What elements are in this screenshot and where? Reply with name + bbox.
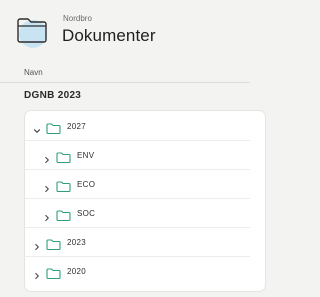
chevron-right-icon[interactable] — [43, 180, 51, 193]
folder-icon — [46, 266, 61, 279]
tree-row-eco[interactable]: ECO — [43, 176, 96, 193]
row-divider — [24, 227, 250, 228]
folder-icon — [15, 12, 49, 48]
folder-icon — [46, 237, 61, 250]
tree-row-label: ECO — [77, 179, 96, 189]
row-divider — [24, 256, 250, 257]
tree-row-label: SOC — [77, 208, 96, 218]
tree-row-env[interactable]: ENV — [43, 147, 95, 164]
folder-icon — [46, 121, 61, 134]
breadcrumb[interactable]: Nordbro — [63, 14, 92, 23]
folder-icon — [56, 208, 71, 221]
header-divider — [0, 82, 250, 83]
column-header-name[interactable]: Navn — [24, 68, 43, 77]
row-divider — [24, 198, 250, 199]
chevron-right-icon[interactable] — [33, 238, 41, 251]
section-title: DGNB 2023 — [24, 90, 82, 101]
chevron-right-icon[interactable] — [43, 151, 51, 164]
folder-icon — [56, 150, 71, 163]
page-title: Dokumenter — [62, 26, 156, 45]
row-divider — [24, 169, 250, 170]
tree-row-label: ENV — [77, 150, 95, 160]
tree-row-label: 2023 — [67, 237, 86, 247]
row-divider — [24, 140, 250, 141]
folder-icon — [56, 179, 71, 192]
chevron-right-icon[interactable] — [43, 209, 51, 222]
tree-row-2020[interactable]: 2020 — [33, 263, 86, 280]
tree-row-2027[interactable]: 2027 — [33, 118, 86, 134]
page-header: Nordbro Dokumenter — [0, 0, 250, 64]
tree-row-label: 2027 — [67, 121, 86, 131]
tree-row-soc[interactable]: SOC — [43, 205, 96, 222]
chevron-down-icon[interactable] — [33, 122, 41, 133]
tree-row-2023[interactable]: 2023 — [33, 234, 86, 251]
chevron-right-icon[interactable] — [33, 267, 41, 280]
tree-row-label: 2020 — [67, 266, 86, 276]
